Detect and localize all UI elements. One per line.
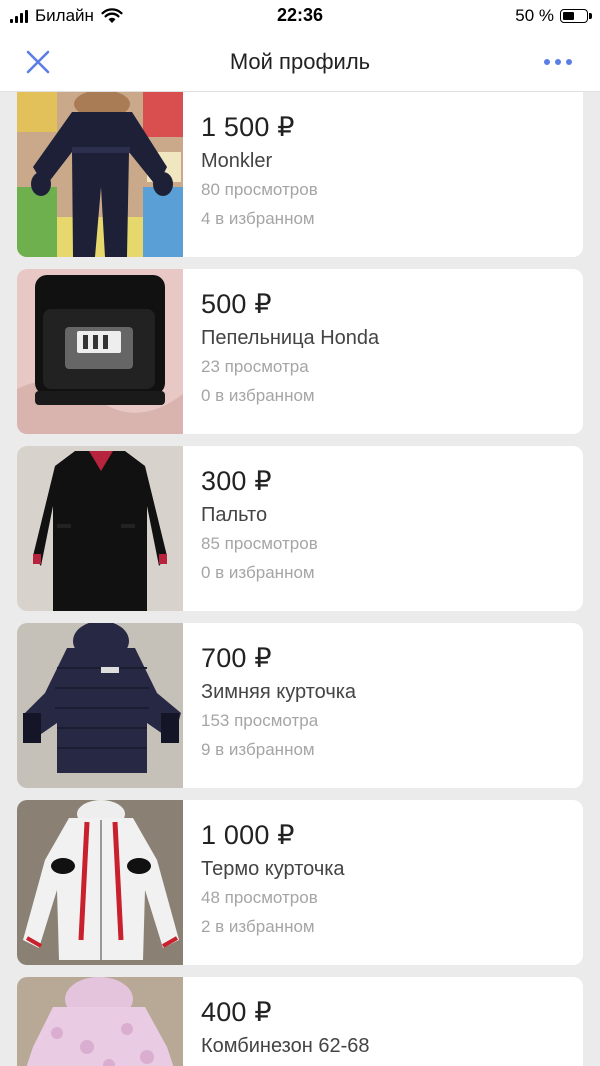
listing-photo [17, 977, 183, 1066]
listing-views: 80 просмотров [201, 180, 318, 199]
listing-card[interactable]: 700 ₽ Зимняя курточка 153 просмотра 9 в … [17, 623, 583, 788]
more-options-button[interactable] [536, 44, 580, 80]
listing-title: Комбинезон 62-68 [201, 1035, 370, 1057]
more-icon [544, 59, 572, 65]
listing-photo [17, 800, 183, 965]
listing-card[interactable]: 1 000 ₽ Термо курточка 48 просмотров 2 в… [17, 800, 583, 965]
listing-title: Зимняя курточка [201, 681, 357, 703]
listing-title: Пепельница Honda [201, 327, 380, 349]
listing-photo [17, 623, 183, 788]
listing-photo [17, 92, 183, 257]
listing-price: 1 500 ₽ [201, 112, 295, 142]
listing-photo [17, 269, 183, 434]
listing-favorites: 4 в избранном [201, 209, 315, 228]
battery-percent: 50 % [515, 6, 554, 25]
battery-icon [560, 9, 592, 23]
listing-price: 500 ₽ [201, 289, 272, 319]
listing-favorites: 2 в избранном [201, 917, 315, 936]
close-icon [26, 50, 50, 74]
listing-title: Monkler [201, 150, 273, 172]
listing-card[interactable]: 1 500 ₽ Monkler 80 просмотров 4 в избран… [17, 92, 583, 257]
navigation-bar: Мой профиль [0, 34, 600, 92]
page-title: Мой профиль [229, 49, 371, 74]
listings-list: 1 500 ₽ Monkler 80 просмотров 4 в избран… [17, 92, 583, 1066]
listing-favorites: 0 в избранном [201, 386, 315, 405]
listing-card[interactable]: 400 ₽ Комбинезон 62-68 [17, 977, 583, 1066]
listing-favorites: 0 в избранном [201, 563, 315, 582]
listing-favorites: 9 в избранном [201, 740, 315, 759]
listing-price: 1 000 ₽ [201, 820, 295, 850]
listing-title: Термо курточка [201, 858, 345, 880]
close-button[interactable] [18, 42, 58, 82]
listing-title: Пальто [201, 504, 268, 526]
listing-views: 48 просмотров [201, 888, 318, 907]
listing-views: 153 просмотра [201, 711, 319, 730]
listing-card[interactable]: 300 ₽ Пальто 85 просмотров 0 в избранном [17, 446, 583, 611]
listing-views: 85 просмотров [201, 534, 318, 553]
listing-price: 700 ₽ [201, 643, 272, 673]
profile-screen: Билайн 22:36 50 % Мой профиль 1 500 ₽ Mo… [0, 0, 600, 1066]
listing-price: 400 ₽ [201, 997, 272, 1027]
status-bar: Билайн 22:36 50 % [0, 0, 600, 34]
clock: 22:36 [276, 5, 324, 25]
listing-price: 300 ₽ [201, 466, 272, 496]
listing-photo [17, 446, 183, 611]
status-right: 50 % [515, 4, 592, 28]
listing-card[interactable]: 500 ₽ Пепельница Honda 23 просмотра 0 в … [17, 269, 583, 434]
listing-views: 23 просмотра [201, 357, 309, 376]
